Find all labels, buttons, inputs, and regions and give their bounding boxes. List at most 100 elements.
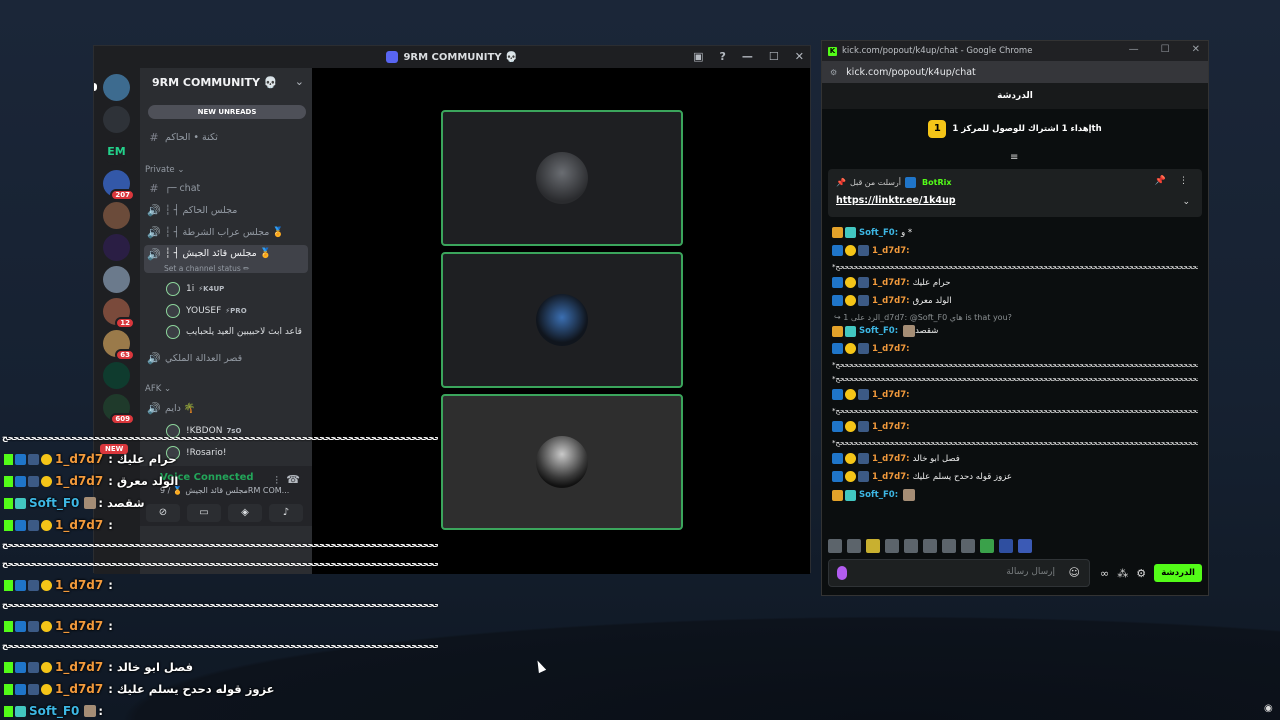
chat-username[interactable]: Soft_F0:: [859, 228, 898, 238]
voice-channel-item[interactable]: 🔊 ┆ ┤ مجلس الحاكم: [144, 201, 308, 219]
video-tile[interactable]: [441, 252, 683, 388]
chevron-down-icon[interactable]: ⌄: [1182, 197, 1190, 207]
close-button[interactable]: ✕: [1192, 44, 1200, 55]
chat-username[interactable]: Soft_F0:: [859, 490, 898, 500]
chat-message[interactable]: 1_d7d7: عزوز قوله دحدح يسلم عليك: [832, 471, 1198, 482]
screen-share-button[interactable]: ▭: [187, 504, 221, 522]
channel-item[interactable]: # ثكنة • الحاكم: [144, 128, 308, 146]
chat-input[interactable]: إرسال رسالة ☺: [828, 559, 1090, 587]
pinned-message: 📌 أرسلت من قبل BotRix 📌 ⋮ https://linktr.e…: [828, 169, 1202, 217]
guild-icon[interactable]: [103, 202, 130, 229]
video-tile[interactable]: [441, 110, 683, 246]
sub-goal-banner[interactable]: 1 إهداء 1 اشتراك للوصول للمركز 1th: [822, 109, 1208, 149]
badge-icon: [832, 453, 843, 464]
emoji-icon[interactable]: ☺: [1069, 566, 1080, 579]
chat-message[interactable]: 1_d7d7:: [832, 421, 1198, 432]
emote-icon[interactable]: [999, 539, 1013, 553]
guild-icon[interactable]: [103, 234, 130, 261]
chat-message[interactable]: 1_d7d7:: [832, 245, 1198, 256]
maximize-button[interactable]: ☐: [1161, 44, 1170, 55]
voice-channel-item[interactable]: 🔊 دايم 🌴: [144, 399, 308, 417]
emote-icon[interactable]: [980, 539, 994, 553]
chat-username[interactable]: Soft_F0:: [859, 326, 898, 336]
guild-icon[interactable]: [103, 266, 130, 293]
chat-username[interactable]: 1_d7d7:: [872, 344, 910, 354]
video-tile[interactable]: [441, 394, 683, 530]
chevron-down-icon[interactable]: ⌄: [295, 75, 304, 88]
channel-status[interactable]: Set a channel status ✏: [164, 264, 249, 273]
mic-icon[interactable]: [837, 566, 847, 580]
chat-username[interactable]: 1_d7d7:: [872, 246, 910, 256]
emote-icon[interactable]: [866, 539, 880, 553]
send-button[interactable]: الدردشة: [1154, 564, 1202, 582]
guild-icon[interactable]: 609: [103, 394, 135, 425]
close-button[interactable]: ✕: [795, 50, 804, 63]
category-private[interactable]: Private ⌄: [145, 165, 184, 175]
settings-icon[interactable]: ⚙: [1136, 567, 1146, 580]
minimize-button[interactable]: —: [742, 50, 753, 63]
chat-message[interactable]: Soft_F0: شقصد: [832, 325, 1198, 337]
emote-icon[interactable]: [885, 539, 899, 553]
voice-channel-detail[interactable]: مجلس قائد الجيش 🏅 / 9RM COM...: [160, 486, 289, 495]
new-unreads-banner[interactable]: NEW UNREADS: [148, 105, 306, 119]
emote-icon[interactable]: [847, 539, 861, 553]
channel-item[interactable]: # ┌─ chat: [144, 179, 308, 197]
camera-button[interactable]: ⊘: [146, 504, 180, 522]
guild-icon[interactable]: 207: [103, 170, 135, 201]
address-bar[interactable]: ⚙ kick.com/popout/k4up/chat: [822, 61, 1208, 83]
activities-button[interactable]: ◈: [228, 504, 262, 522]
chat-message[interactable]: Soft_F0:: [832, 489, 1198, 501]
disconnect-icon[interactable]: ☎: [286, 473, 300, 486]
help-icon[interactable]: ?: [720, 50, 726, 63]
category-afk[interactable]: AFK ⌄: [145, 384, 171, 394]
unpin-icon[interactable]: 📌: [1155, 176, 1166, 186]
minimize-button[interactable]: —: [1129, 44, 1139, 55]
server-name[interactable]: 9RM COMMUNITY 💀: [152, 76, 277, 89]
emote-icon[interactable]: [942, 539, 956, 553]
guild-icon[interactable]: [94, 74, 130, 101]
chat-message[interactable]: 1_d7d7:: [832, 389, 1198, 400]
chat-username[interactable]: 1_d7d7:: [872, 472, 910, 482]
soundboard-button[interactable]: ♪: [269, 504, 303, 522]
chat-username[interactable]: 1_d7d7:: [872, 454, 910, 464]
chat-username[interactable]: 1_d7d7:: [872, 390, 910, 400]
chat-message[interactable]: 1_d7d7: الولد معرق: [832, 295, 1198, 306]
emote-icon[interactable]: [828, 539, 842, 553]
chat-username[interactable]: 1_d7d7:: [872, 422, 910, 432]
voice-user[interactable]: قاعد ابث لاحبيبين العيد يلحبايب: [166, 324, 302, 340]
pinned-link[interactable]: https://linktr.ee/1k4up: [836, 195, 956, 206]
emote-icon[interactable]: [1018, 539, 1032, 553]
site-info-icon[interactable]: ⚙: [830, 68, 837, 77]
voice-channel-item[interactable]: 🔊 قصر العدالة الملكي: [144, 349, 308, 367]
badge-icon: [41, 453, 52, 465]
chat-message[interactable]: 1_d7d7:: [832, 343, 1198, 354]
chat-message[interactable]: 1_d7d7: حرام عليك: [832, 277, 1198, 288]
points-icon[interactable]: ⁂: [1117, 567, 1128, 580]
chat-username[interactable]: 1_d7d7:: [872, 296, 910, 306]
more-options-icon[interactable]: ⋮: [1179, 176, 1188, 186]
infinity-icon[interactable]: ∞: [1100, 567, 1109, 580]
inbox-icon[interactable]: ▣: [693, 50, 703, 63]
emote-icon[interactable]: [923, 539, 937, 553]
chat-message-body: * ححححححححححححححححححححححححححححححححححححححح…: [832, 263, 1198, 271]
chat-username[interactable]: 1_d7d7:: [872, 278, 910, 288]
signal-icon[interactable]: ⫶: [275, 474, 278, 488]
guild-icon[interactable]: [103, 362, 130, 389]
badge-icon: [858, 295, 869, 306]
emote-icon[interactable]: [904, 539, 918, 553]
voice-user[interactable]: 1i ⚡K4UP: [166, 281, 224, 297]
chat-message[interactable]: Soft_F0: و *: [832, 227, 1198, 238]
tray-icon[interactable]: ◉: [1264, 703, 1273, 714]
chat-message[interactable]: 1_d7d7: فصل ابو خالد: [832, 453, 1198, 464]
guild-icon[interactable]: 12: [103, 298, 135, 329]
voice-channel-item[interactable]: 🔊 ┆ ┤ مجلس عراب الشرطة 🏅: [144, 223, 308, 241]
chat-reply-context[interactable]: ↪ الرد على 1_d7d7: @Soft_F0 هاي is that …: [834, 313, 1012, 322]
pinned-username[interactable]: BotRix: [922, 178, 951, 187]
maximize-button[interactable]: ☐: [769, 50, 779, 63]
collapse-icon[interactable]: ≡: [1010, 152, 1018, 163]
emote-icon[interactable]: [961, 539, 975, 553]
voice-user[interactable]: YOUSEF ⚡PRO: [166, 303, 247, 319]
guild-icon[interactable]: [103, 106, 130, 133]
guild-icon[interactable]: EM: [103, 138, 130, 165]
guild-icon[interactable]: 63: [103, 330, 135, 361]
